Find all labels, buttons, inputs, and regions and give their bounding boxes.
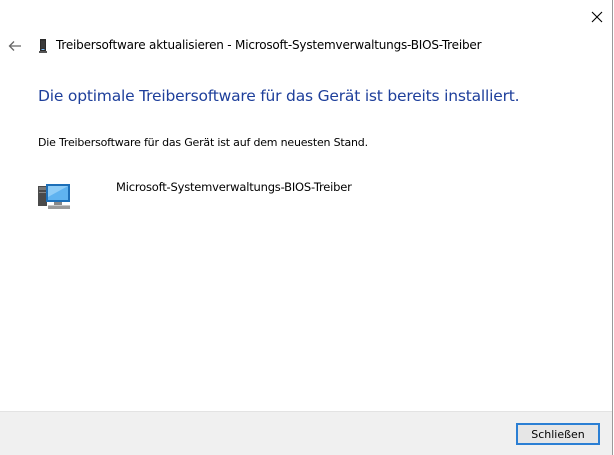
dialog-title: Treibersoftware aktualisieren - Microsof… <box>56 38 482 52</box>
close-icon <box>591 11 603 23</box>
computer-device-icon <box>38 184 70 209</box>
dialog-header: Treibersoftware aktualisieren - Microsof… <box>0 36 612 58</box>
dialog-footer: Schließen <box>0 411 612 455</box>
page-title: Die optimale Treibersoftware für das Ger… <box>38 87 520 105</box>
driver-update-dialog: Treibersoftware aktualisieren - Microsof… <box>0 0 613 455</box>
device-icon <box>39 39 47 53</box>
window-close-button[interactable] <box>586 6 608 28</box>
back-button[interactable] <box>6 37 24 55</box>
device-name-label: Microsoft-Systemverwaltungs-BIOS-Treiber <box>116 180 352 194</box>
status-message: Die Treibersoftware für das Gerät ist au… <box>38 136 368 149</box>
schliessen-button[interactable]: Schließen <box>516 423 600 445</box>
schliessen-button-label: Schließen <box>531 427 585 441</box>
back-arrow-icon <box>8 41 21 51</box>
